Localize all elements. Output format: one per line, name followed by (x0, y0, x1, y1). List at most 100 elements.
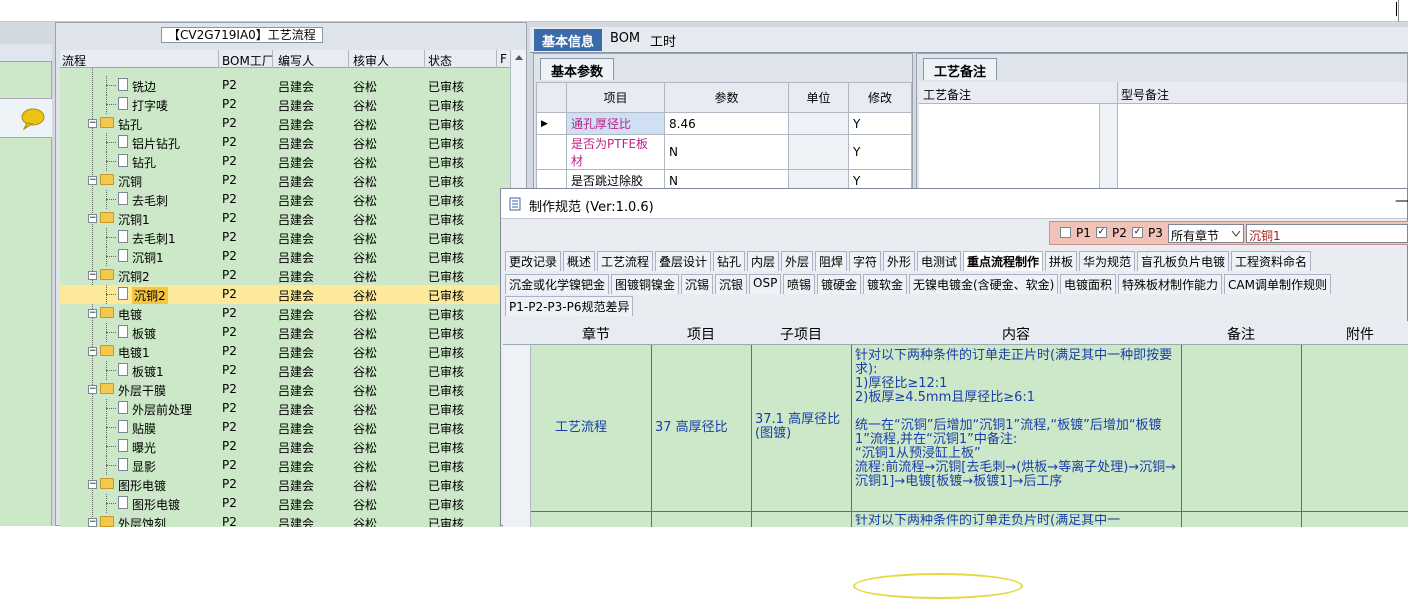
tab-work-hours[interactable]: 工时 (642, 29, 684, 51)
p1-checkbox[interactable] (1060, 227, 1071, 238)
left-sidebar (0, 44, 52, 526)
tree-row[interactable]: 沉铜1 P2 吕建会 谷松 已审核 (60, 247, 510, 266)
spec-tab[interactable]: 无镍电镀金(含硬金、软金) (909, 274, 1059, 294)
grid-header-remark[interactable]: 备注 (1181, 324, 1301, 344)
grid-header-content[interactable]: 内容 (851, 324, 1181, 344)
tab-basic-params[interactable]: 基本参数 (540, 58, 615, 80)
grid-header-subitem[interactable]: 子项目 (751, 324, 851, 344)
col-header-bom[interactable]: BOM工厂 (222, 52, 274, 69)
tab-basic-info[interactable]: 基本信息 (534, 29, 603, 51)
remark-body[interactable] (919, 104, 1407, 190)
chapter-select[interactable]: 所有章节 (1168, 224, 1244, 243)
tree-row[interactable]: − 电镀 P2 吕建会 谷松 已审核 (60, 304, 510, 323)
spec-tab[interactable]: 镀软金 (863, 274, 908, 294)
col-header-reviewer[interactable]: 核审人 (353, 52, 389, 69)
spec-tab[interactable]: 喷锡 (783, 274, 816, 294)
writer-cell: 吕建会 (278, 251, 315, 265)
p2-checkbox[interactable]: ✓ (1096, 227, 1107, 238)
content-line: 2)板厚≥4.5mm且厚径比≥6:1 (855, 390, 1036, 405)
p3-checkbox[interactable]: ✓ (1132, 227, 1143, 238)
spec-tab[interactable]: 钻孔 (713, 251, 746, 271)
collapse-toggle-icon[interactable]: − (88, 480, 97, 489)
col-header-f[interactable]: F (500, 52, 507, 66)
collapse-toggle-icon[interactable]: − (88, 119, 97, 128)
spec-tab[interactable]: 工程资料命名 (1231, 251, 1312, 271)
tab-craft-remark[interactable]: 工艺备注 (923, 58, 998, 80)
param-value[interactable]: 8.46 (664, 112, 789, 135)
spec-tab[interactable]: 沉银 (715, 274, 748, 294)
spec-tab[interactable]: 重点流程制作 (963, 251, 1044, 271)
collapse-toggle-icon[interactable]: − (88, 176, 97, 185)
tree-branch-line (106, 161, 116, 162)
spec-tab[interactable]: 盲孔板负片电镀 (1137, 251, 1230, 271)
tree-row[interactable]: 铣边 P2 吕建会 谷松 已审核 (60, 76, 510, 95)
spec-tab[interactable]: 沉锡 (681, 274, 714, 294)
tree-row[interactable]: 沉铜2 P2 吕建会 谷松 已审核 (60, 285, 510, 304)
collapse-toggle-icon[interactable]: − (88, 214, 97, 223)
param-row[interactable]: ▶ 通孔厚径比 8.46 Y (536, 112, 912, 135)
tree-row[interactable]: 显影 P2 吕建会 谷松 已审核 (60, 456, 510, 475)
tree-row[interactable]: 曝光 P2 吕建会 谷松 已审核 (60, 437, 510, 456)
spec-tab[interactable]: 字符 (849, 251, 882, 271)
tree-row[interactable]: 钻孔 P2 吕建会 谷松 已审核 (60, 152, 510, 171)
spec-tab[interactable]: 工艺流程 (597, 251, 654, 271)
grid-header-item[interactable]: 项目 (651, 324, 751, 344)
tree-row[interactable]: 板镀1 P2 吕建会 谷松 已审核 (60, 361, 510, 380)
tree-row[interactable]: − 外层蚀刻 P2 吕建会 谷松 已审核 (60, 513, 510, 527)
param-row[interactable]: 是否为PTFE板材 N Y (536, 134, 912, 170)
spec-tab[interactable]: 沉金或化学镍钯金 (505, 274, 610, 294)
tree-node-label: 电镀 (118, 308, 143, 322)
tree-row[interactable]: − 沉铜1 P2 吕建会 谷松 已审核 (60, 209, 510, 228)
params-header-value: 参数 (664, 82, 789, 113)
tree-row[interactable]: 贴膜 P2 吕建会 谷松 已审核 (60, 418, 510, 437)
spec-tab[interactable]: 图镀铜镍金 (611, 274, 680, 294)
tree-row[interactable]: 打字唛 P2 吕建会 谷松 已审核 (60, 95, 510, 114)
tree-row[interactable]: − 沉铜 P2 吕建会 谷松 已审核 (60, 171, 510, 190)
grid-scrollbar[interactable] (503, 321, 531, 527)
spec-tab[interactable]: 外形 (883, 251, 916, 271)
reviewer-cell: 谷松 (353, 479, 378, 493)
spec-tab[interactable]: CAM调单制作规则 (1224, 274, 1331, 294)
search-input[interactable]: 沉铜1 (1246, 224, 1408, 243)
spec-tab[interactable]: 镀硬金 (817, 274, 862, 294)
tree-row[interactable]: 去毛刺1 P2 吕建会 谷松 已审核 (60, 228, 510, 247)
tree-row[interactable]: 去毛刺 P2 吕建会 谷松 已审核 (60, 190, 510, 209)
bom-cell: P2 (222, 458, 237, 472)
tree-row[interactable]: − 钻孔 P2 吕建会 谷松 已审核 (60, 114, 510, 133)
tree-branch-line (106, 503, 116, 504)
spec-tab[interactable]: 概述 (563, 251, 596, 271)
spec-tab[interactable]: 外层 (781, 251, 814, 271)
grid-header-attachment[interactable]: 附件 (1301, 324, 1408, 344)
spec-tab[interactable]: 电测试 (917, 251, 962, 271)
spec-tab[interactable]: 电镀面积 (1060, 274, 1117, 294)
col-header-flow[interactable]: 流程 (62, 52, 86, 69)
minimize-icon[interactable]: — (1395, 193, 1408, 209)
tree-row[interactable]: 板镀 P2 吕建会 谷松 已审核 (60, 323, 510, 342)
remark-scrollbar[interactable] (1099, 104, 1117, 190)
tree-row[interactable]: − 外层干膜 P2 吕建会 谷松 已审核 (60, 380, 510, 399)
col-header-writer[interactable]: 编写人 (278, 52, 314, 69)
tree-row[interactable]: 铝片钻孔 P2 吕建会 谷松 已审核 (60, 133, 510, 152)
spec-tab[interactable]: 拼板 (1045, 251, 1078, 271)
spec-tab[interactable]: OSP (749, 274, 782, 294)
param-value[interactable]: N (664, 134, 789, 170)
tree-row[interactable]: 外层前处理 P2 吕建会 谷松 已审核 (60, 399, 510, 418)
chat-button[interactable] (0, 98, 52, 138)
grid-header-chapter[interactable]: 章节 (541, 324, 651, 344)
collapse-toggle-icon[interactable]: − (88, 385, 97, 394)
spec-tab[interactable]: 叠层设计 (655, 251, 712, 271)
spec-tab[interactable]: 华为规范 (1079, 251, 1136, 271)
collapse-toggle-icon[interactable]: − (88, 309, 97, 318)
tree-row[interactable]: 图形电镀 P2 吕建会 谷松 已审核 (60, 494, 510, 513)
col-header-status[interactable]: 状态 (428, 52, 452, 69)
spec-tab[interactable]: 阻焊 (815, 251, 848, 271)
spec-tab[interactable]: 更改记录 (505, 251, 562, 271)
tree-row[interactable]: − 电镀1 P2 吕建会 谷松 已审核 (60, 342, 510, 361)
spec-tab[interactable]: 特殊板材制作能力 (1118, 274, 1223, 294)
tree-row[interactable]: − 图形电镀 P2 吕建会 谷松 已审核 (60, 475, 510, 494)
collapse-toggle-icon[interactable]: − (88, 347, 97, 356)
spec-tab[interactable]: P1-P2-P3-P6规范差异 (505, 296, 634, 316)
tree-row[interactable]: − 沉铜2 P2 吕建会 谷松 已审核 (60, 266, 510, 285)
collapse-toggle-icon[interactable]: − (88, 271, 97, 280)
spec-tab[interactable]: 内层 (747, 251, 780, 271)
